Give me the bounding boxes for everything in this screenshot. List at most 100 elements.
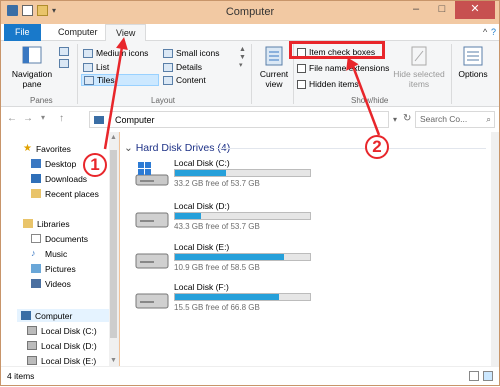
drive-usage-fill [175, 254, 285, 260]
system-drive-icon [135, 162, 169, 186]
details-option[interactable]: Details [163, 61, 202, 73]
tiles-option[interactable]: Tiles [81, 74, 159, 86]
medium-icons-icon [83, 48, 93, 58]
details-pane-icon[interactable] [59, 59, 69, 68]
nav-downloads[interactable]: Downloads [31, 172, 87, 185]
address-dropdown-icon[interactable]: ▾ [393, 115, 397, 124]
nav-libraries[interactable]: Libraries [23, 217, 70, 230]
small-icons-label: Small icons [176, 48, 220, 58]
list-label: List [96, 62, 110, 72]
drive-tile[interactable]: Local Disk (F:) 15.5 GB free of 66.8 GB [134, 282, 334, 316]
hide-selected-items-button[interactable]: Hide selected items [391, 45, 447, 89]
close-button[interactable]: ✕ [455, 1, 495, 19]
current-view-button[interactable]: Current view [257, 45, 291, 89]
drive-tile[interactable]: Local Disk (C:) 33.2 GB free of 53.7 GB [134, 158, 334, 192]
large-icons-view-icon[interactable] [483, 371, 493, 381]
nav-drive-d[interactable]: Local Disk (D:) [27, 339, 97, 352]
nav-desktop[interactable]: Desktop [31, 157, 76, 170]
showhide-group-label: Show/hide [351, 96, 389, 105]
drive-icon [27, 326, 37, 335]
search-placeholder: Search Co... [420, 114, 468, 124]
drive-free-space: 10.9 GB free of 58.5 GB [174, 263, 260, 272]
chevron-down-icon: ⌄ [124, 142, 136, 154]
content-scrollbar[interactable] [491, 132, 499, 366]
scroll-up-icon[interactable]: ▲ [110, 134, 117, 141]
drive-usage-bar [174, 293, 311, 301]
tab-computer[interactable]: Computer [48, 24, 108, 41]
nav-videos-label: Videos [45, 278, 71, 289]
details-view-icon[interactable] [469, 371, 479, 381]
back-arrow-icon[interactable]: ← [7, 113, 17, 124]
options-icon [463, 46, 483, 66]
small-icons-option[interactable]: Small icons [163, 47, 219, 59]
nav-computer[interactable]: Computer [17, 309, 109, 322]
recent-locations-icon[interactable]: ▾ [41, 113, 45, 122]
search-input[interactable]: Search Co... ⌕ [415, 111, 495, 128]
medium-icons-label: Medium icons [96, 48, 149, 58]
music-icon: ♪ [31, 248, 36, 258]
file-name-extensions-option[interactable]: File name extensions [297, 62, 389, 74]
minimize-button[interactable]: – [403, 1, 429, 19]
pictures-icon [31, 264, 41, 273]
breadcrumb-separator-icon: › [108, 114, 111, 125]
drive-tile[interactable]: Local Disk (D:) 43.3 GB free of 53.7 GB [134, 201, 334, 235]
nav-favorites[interactable]: ★ Favorites [23, 142, 71, 155]
title-bar: ▾ Computer – □ ✕ [1, 1, 499, 24]
navigation-pane-icon [22, 46, 42, 64]
file-name-extensions-checkbox[interactable] [297, 63, 306, 73]
drive-icon [135, 253, 169, 269]
section-header[interactable]: ⌄ Hard Disk Drives (4) [124, 142, 230, 154]
drive-name: Local Disk (C:) [174, 158, 230, 168]
item-count: 4 items [7, 371, 35, 381]
address-row: ← → ▾ ↑ › Computer ▾ ↻ Search Co... ⌕ [1, 107, 499, 132]
medium-icons-option[interactable]: Medium icons [83, 47, 148, 59]
up-arrow-icon[interactable]: ↑ [59, 113, 64, 124]
ribbon-view: Navigation pane Panes Medium icons List … [1, 27, 499, 107]
drive-usage-fill [175, 294, 279, 300]
tab-view[interactable]: View [105, 24, 147, 42]
hidden-items-label: Hidden items [309, 79, 359, 89]
navigation-pane-button[interactable]: Navigation pane [9, 45, 55, 89]
divider [451, 44, 452, 104]
hidden-items-option[interactable]: Hidden items [297, 78, 359, 90]
scroll-down-icon[interactable]: ▼ [110, 357, 117, 364]
drive-free-space: 33.2 GB free of 53.7 GB [174, 179, 260, 188]
drive-free-space: 15.5 GB free of 66.8 GB [174, 303, 260, 312]
nav-videos[interactable]: Videos [31, 277, 71, 290]
tab-file[interactable]: File [4, 24, 41, 41]
drive-name: Local Disk (F:) [174, 282, 229, 292]
list-option[interactable]: List [83, 61, 109, 73]
nav-drive-c-label: Local Disk (C:) [41, 325, 97, 336]
drive-name: Local Disk (D:) [174, 201, 230, 211]
preview-pane-icon[interactable] [59, 47, 69, 56]
nav-music[interactable]: ♪ Music [31, 247, 67, 260]
nav-documents[interactable]: Documents [31, 232, 88, 245]
videos-icon [31, 279, 41, 288]
hidden-items-checkbox[interactable] [297, 79, 306, 89]
tiles-icon [84, 75, 94, 85]
refresh-icon[interactable]: ↻ [403, 113, 411, 124]
ribbon-tabs: File Computer View [1, 24, 499, 42]
layout-scroll-arrows[interactable]: ▲ ▼ ▾ [239, 46, 246, 70]
address-bar[interactable]: › Computer [89, 111, 389, 128]
nav-scrollbar[interactable]: ▲ ▼ [109, 132, 118, 366]
drive-icon [27, 341, 37, 350]
forward-arrow-icon[interactable]: → [23, 113, 33, 124]
downloads-icon [31, 174, 41, 183]
drive-tile[interactable]: Local Disk (E:) 10.9 GB free of 58.5 GB [134, 242, 334, 276]
divider [77, 44, 78, 104]
drive-icon [135, 293, 169, 309]
layout-group-label: Layout [151, 96, 176, 105]
content-option[interactable]: Content [163, 74, 206, 86]
options-button[interactable]: Options [455, 45, 491, 79]
nav-pictures[interactable]: Pictures [31, 262, 76, 275]
nav-drive-c[interactable]: Local Disk (C:) [27, 324, 97, 337]
nav-recent-places[interactable]: Recent places [31, 187, 99, 200]
nav-scrollbar-thumb[interactable] [110, 150, 117, 338]
drive-usage-fill [175, 213, 201, 219]
content-pane: ⌄ Hard Disk Drives (4) Local Disk (C:) 3… [120, 132, 491, 366]
maximize-button[interactable]: □ [429, 1, 455, 19]
chevron-up-icon[interactable]: ^ [483, 27, 487, 37]
help-icon[interactable]: ? [491, 27, 496, 37]
details-label: Details [176, 62, 202, 72]
